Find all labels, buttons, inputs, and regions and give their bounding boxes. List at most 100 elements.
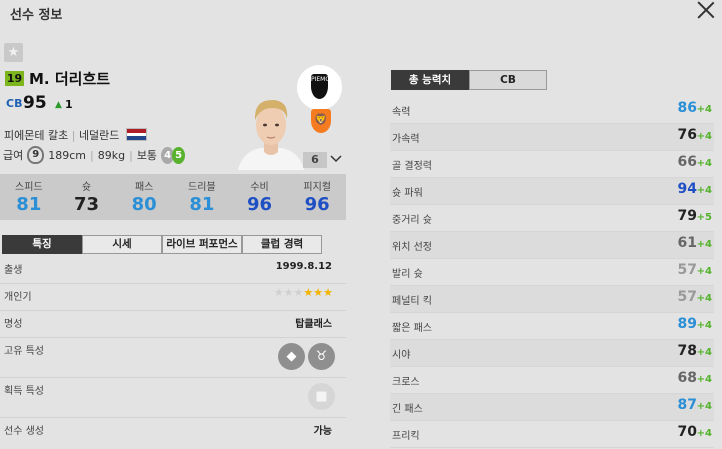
summary-stat: 수비 96	[231, 174, 289, 220]
attribute-bonus: +4	[696, 239, 712, 250]
height: 189cm	[48, 148, 87, 162]
club-badge: PIEMONTE	[297, 65, 342, 110]
summary-stats-bar: 스피드 81 슛 73 패스 80 드리블 81 수비 96 피지컬 96	[0, 174, 346, 220]
player-number: 19	[5, 71, 24, 86]
attribute-value: 57	[677, 262, 697, 278]
right-foot-value: 5	[172, 146, 186, 164]
detail-label: 개인기	[4, 292, 32, 303]
attribute-tabs: 총 능력치 CB	[391, 70, 547, 90]
summary-stat: 슛 73	[58, 174, 116, 220]
diamond-trait-icon[interactable]: ◆	[278, 343, 305, 370]
club-nation-line: 피에몬테 칼초 | 네덜란드	[4, 127, 119, 143]
netherlands-flag-icon	[126, 128, 147, 141]
summary-stat-label: 수비	[250, 182, 269, 193]
club-badge-text: PIEMONTE	[311, 74, 342, 99]
attribute-value: 61	[677, 235, 697, 251]
tab-total-stats[interactable]: 총 능력치	[391, 70, 469, 90]
attribute-row: 위치 선정 61 +4	[390, 232, 714, 259]
summary-stat-label: 슛	[81, 182, 92, 193]
attribute-value: 86	[677, 100, 697, 116]
attribute-row: 가속력 76 +4	[390, 124, 714, 151]
attribute-value: 57	[677, 289, 697, 305]
player-ovr: 95	[23, 93, 47, 113]
summary-stat-value: 96	[246, 194, 273, 215]
weight: 89kg	[97, 148, 126, 162]
attribute-bonus: +4	[696, 131, 712, 142]
player-name: M. 더리흐트	[29, 70, 111, 88]
attribute-row: 긴 패스 87 +4	[390, 394, 714, 421]
attribute-name: 짧은 패스	[392, 323, 432, 334]
attribute-row: 중거리 슛 79 +5	[390, 205, 714, 232]
summary-stat-value: 81	[16, 194, 42, 215]
attribute-row: 페널티 킥 57 +4	[390, 286, 714, 313]
attribute-row: 발리 슛 57 +4	[390, 259, 714, 286]
player-details-line: 급여 9 189cm | 89kg | 보통 4 5	[3, 146, 186, 164]
attribute-value: 89	[677, 316, 697, 332]
nation-badge-icon	[311, 109, 331, 133]
tab-traits[interactable]: 특징	[2, 235, 82, 254]
enhance-level[interactable]: 6	[303, 152, 327, 168]
attribute-value: 66	[677, 154, 697, 170]
attribute-row: 속력 86 +4	[390, 97, 714, 124]
summary-stat-value: 96	[304, 194, 330, 215]
attribute-bonus: +4	[696, 401, 712, 412]
favorite-star-icon[interactable]: ★	[4, 43, 23, 62]
detail-value: 1999.8.12	[275, 261, 332, 272]
player-photo	[236, 92, 306, 170]
tab-club-career[interactable]: 클럽 경력	[242, 235, 322, 254]
summary-stat: 패스 80	[115, 174, 173, 220]
body-type: 보통	[136, 149, 158, 162]
nation-name: 네덜란드	[78, 129, 120, 142]
attribute-value: 94	[677, 181, 697, 197]
attribute-value: 78	[677, 343, 697, 359]
attribute-bonus: +4	[696, 428, 712, 439]
star-empty-icons: ★★★	[273, 286, 304, 299]
detail-value: 탑클래스	[295, 319, 332, 330]
summary-stat-label: 드리블	[188, 182, 216, 193]
attribute-name: 중거리 슛	[392, 215, 432, 226]
attribute-bonus: +4	[696, 104, 712, 115]
attribute-value: 70	[677, 424, 697, 440]
attribute-bonus: +4	[696, 347, 712, 358]
tab-position-cb[interactable]: CB	[469, 70, 547, 90]
attribute-row: 프리킥 70 +4	[390, 421, 714, 448]
attribute-bonus: +4	[696, 320, 712, 331]
summary-stat: 드리블 81	[173, 174, 231, 220]
detail-row-acquired-trait: 획득 특성 ■	[0, 378, 346, 418]
detail-label: 고유 특성	[4, 346, 44, 357]
weak-foot-badge: 4 5	[161, 146, 186, 164]
attribute-name: 골 결정력	[392, 161, 432, 172]
star-full-icons: ★★★	[303, 286, 333, 299]
attribute-value: 87	[677, 397, 697, 413]
close-icon[interactable]	[696, 0, 716, 20]
tab-price[interactable]: 시세	[82, 235, 162, 254]
attribute-name: 발리 슛	[392, 269, 423, 280]
player-position: CB	[6, 97, 23, 110]
attribute-bonus: +4	[696, 158, 712, 169]
detail-label: 명성	[4, 319, 23, 330]
attribute-name: 긴 패스	[392, 404, 423, 415]
attribute-name: 시야	[392, 350, 411, 361]
summary-stat-value: 73	[73, 194, 100, 215]
detail-row-unique-trait: 고유 특성 ◆ ♉	[0, 338, 346, 378]
summary-stat-label: 스피드	[15, 182, 43, 193]
attribute-row: 시야 78 +4	[390, 340, 714, 367]
summary-stat-label: 패스	[134, 182, 154, 193]
detail-value: 가능	[313, 426, 332, 437]
attribute-value: 68	[677, 370, 697, 386]
detail-row-reputation: 명성 탑클래스	[0, 311, 346, 338]
bull-trait-icon[interactable]: ♉	[308, 343, 335, 370]
summary-stat-label: 피지컬	[303, 182, 331, 193]
attribute-bonus: +4	[696, 185, 712, 196]
attribute-name: 프리킥	[392, 431, 420, 442]
divider: |	[129, 148, 133, 162]
divider: |	[71, 129, 76, 142]
chevron-down-icon[interactable]	[330, 154, 342, 164]
skill-stars: ★★★★★★	[274, 286, 333, 299]
detail-row-player-gen: 선수 생성 가능	[0, 418, 346, 445]
attribute-row: 슛 파워 94 +4	[390, 178, 714, 205]
attribute-bonus: +4	[696, 293, 712, 304]
lock-icon[interactable]: ■	[308, 383, 335, 410]
tab-live-performance[interactable]: 라이브 퍼포먼스	[162, 235, 242, 254]
attribute-row: 크로스 68 +4	[390, 367, 714, 394]
